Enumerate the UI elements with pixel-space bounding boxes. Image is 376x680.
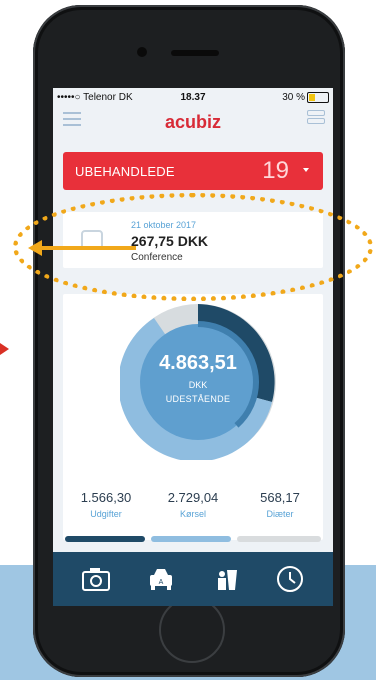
category-progress-bars xyxy=(65,536,321,542)
progress-diaeter xyxy=(237,536,321,542)
donut-center: 4.863,51 DKK UDESTÅENDE xyxy=(120,304,276,460)
front-camera xyxy=(137,47,147,57)
summary-card: 4.863,51 DKK UDESTÅENDE 1.566,30 Udgifte… xyxy=(63,294,323,540)
progress-udgifter xyxy=(65,536,145,542)
unhandled-banner[interactable]: UBEHANDLEDE 19 xyxy=(63,152,323,190)
food-drink-icon[interactable] xyxy=(213,564,243,594)
unhandled-label: UBEHANDLEDE xyxy=(75,164,175,179)
stat-udgifter-label: Udgifter xyxy=(90,509,122,519)
status-bar: •••••○ Telenor DK 18.37 30 % xyxy=(53,88,333,106)
earpiece-speaker xyxy=(171,50,219,56)
progress-korsel xyxy=(151,536,231,542)
battery-percent: 30 % xyxy=(282,92,305,103)
camera-icon[interactable] xyxy=(81,564,111,594)
battery-icon xyxy=(307,92,329,103)
car-icon[interactable]: A xyxy=(146,564,176,594)
stat-korsel-value: 2.729,04 xyxy=(167,490,219,505)
summary-donut-chart[interactable]: 4.863,51 DKK UDESTÅENDE xyxy=(118,304,276,462)
stat-diaeter-value: 568,17 xyxy=(260,490,300,505)
stat-udgifter[interactable]: 1.566,30 Udgifter xyxy=(63,490,149,519)
stat-korsel-label: Kørsel xyxy=(179,509,206,519)
stat-diaeter[interactable]: 568,17 Diæter xyxy=(237,490,323,519)
outstanding-value: 4.863,51 xyxy=(159,352,237,374)
unhandled-count: 19 xyxy=(262,157,289,184)
left-arrow-icon xyxy=(28,240,136,256)
stat-diaeter-label: Diæter xyxy=(266,509,294,519)
bottom-tab-bar: A xyxy=(53,552,333,606)
chevron-down-icon xyxy=(303,168,309,172)
red-arrow-icon xyxy=(0,343,9,355)
stat-korsel[interactable]: 2.729,04 Kørsel xyxy=(150,490,236,519)
app-logo: acubiz xyxy=(164,112,221,132)
outstanding-label: UDESTÅENDE xyxy=(165,394,231,404)
app-screen: •••••○ Telenor DK 18.37 30 % acubiz UBEH… xyxy=(53,88,333,606)
stat-udgifter-value: 1.566,30 xyxy=(80,490,132,505)
app-header: acubiz xyxy=(53,106,333,138)
home-button[interactable] xyxy=(159,597,225,663)
outstanding-currency: DKK xyxy=(188,380,208,390)
clock-icon[interactable] xyxy=(275,564,305,594)
list-view-icon[interactable] xyxy=(307,110,325,128)
svg-text:A: A xyxy=(159,579,164,586)
